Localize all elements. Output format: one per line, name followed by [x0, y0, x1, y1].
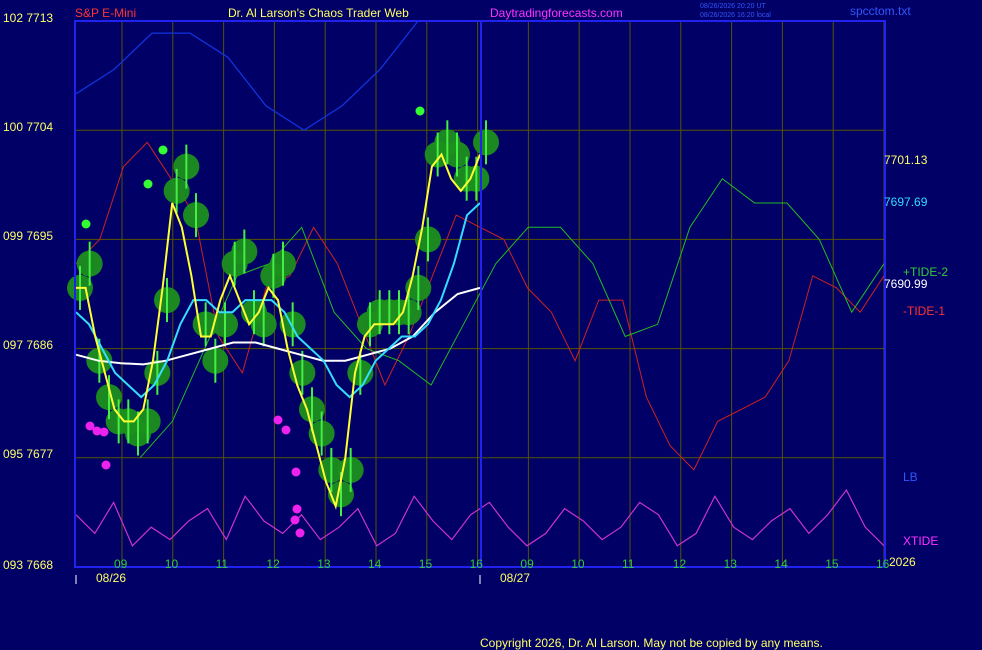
hour-label: 12: [673, 557, 687, 571]
site-link[interactable]: Daytradingforecasts.com: [490, 6, 623, 20]
y-label-2: 099 7695: [3, 229, 53, 243]
hour-label: 13: [317, 557, 331, 571]
xtide-label: XTIDE: [903, 534, 938, 548]
y-label-5: 093 7668: [3, 558, 53, 572]
swing-low-marker: [101, 460, 111, 470]
hour-label: 10: [571, 557, 585, 571]
swing-high-marker: [415, 106, 425, 116]
hour-label: 09: [520, 557, 534, 571]
swing-high-marker: [143, 179, 153, 189]
hour-label: 11: [622, 557, 635, 571]
swing-low-marker: [292, 504, 302, 514]
right-value-1: 7701.13: [884, 153, 928, 167]
lb-label: LB: [903, 470, 918, 484]
hour-label: 12: [266, 557, 280, 571]
chaos-trader-chart: 102 7713 100 7704 099 7695 097 7686 095 …: [0, 0, 982, 650]
hour-label: 14: [774, 557, 788, 571]
swing-high-marker: [81, 219, 91, 229]
hour-label: 09: [114, 557, 128, 571]
swing-low-marker: [281, 425, 291, 435]
swing-low-marker: [295, 528, 305, 538]
hour-label: 15: [419, 557, 433, 571]
time-local: 08/26/2026 16:20 local: [700, 12, 771, 19]
date-label-0: 08/26: [96, 571, 126, 585]
y-label-1: 100 7704: [3, 120, 53, 134]
hour-label: 16: [876, 557, 890, 571]
hour-label: 15: [825, 557, 839, 571]
hour-label: 13: [724, 557, 738, 571]
right-value-3: 7690.99: [884, 277, 928, 291]
right-value-2: 7697.69: [884, 195, 928, 209]
date-label-1: 08/27: [500, 571, 530, 585]
copyright: Copyright 2026, Dr. Al Larson. May not b…: [480, 636, 823, 650]
swing-low-marker: [291, 467, 301, 477]
year-label: 2026: [889, 555, 916, 569]
hour-label: 14: [368, 557, 382, 571]
symbol-title: S&P E-Mini: [75, 6, 136, 20]
tide-minus-label: -TIDE-1: [903, 304, 945, 318]
chart-title: Dr. Al Larson's Chaos Trader Web: [228, 6, 409, 20]
y-label-3: 097 7686: [3, 338, 53, 352]
swing-low-marker: [99, 427, 109, 437]
hour-label: 16: [470, 557, 484, 571]
y-label-0: 102 7713: [3, 11, 53, 25]
y-label-4: 095 7677: [3, 447, 53, 461]
chart-background: [0, 0, 982, 650]
data-file: spcctom.txt: [850, 4, 911, 18]
swing-high-marker: [158, 145, 168, 155]
swing-low-marker: [290, 515, 300, 525]
hour-label: 10: [165, 557, 179, 571]
swing-low-marker: [273, 415, 283, 425]
time-utc: 08/26/2026 20:20 UT: [700, 3, 766, 10]
hour-label: 11: [216, 557, 229, 571]
